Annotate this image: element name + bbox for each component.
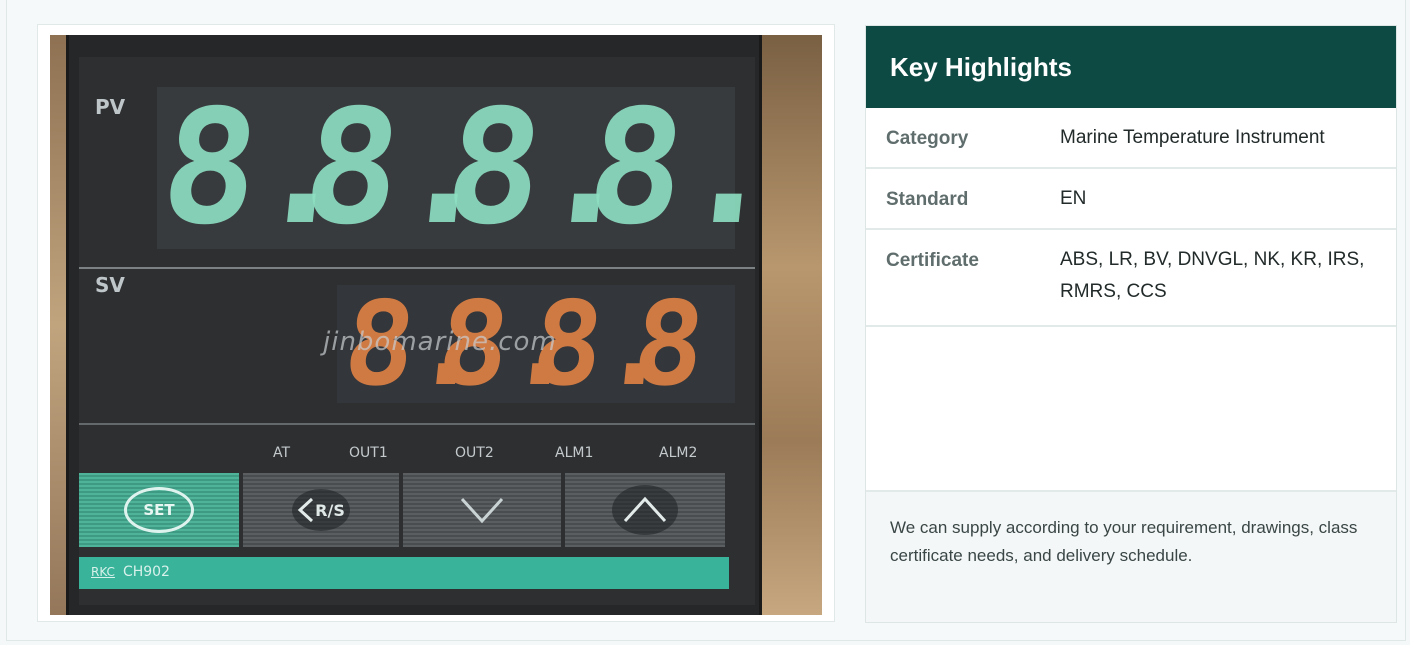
model-name: CH902 — [122, 564, 170, 580]
sv-digit: 8 — [627, 277, 712, 412]
key-highlights-title: Key Highlights — [890, 52, 1073, 82]
chevron-down-icon — [460, 497, 504, 524]
brand-label: RKC CH902 — [91, 564, 170, 580]
indicator-out1: OUT1 — [349, 445, 388, 461]
brand-strip: RKC CH902 — [79, 557, 729, 589]
set-key: SET — [79, 473, 239, 547]
pv-digit: 8. — [295, 76, 505, 260]
rs-key: R/S — [243, 473, 399, 547]
page-container: PV 8. 8. 8. 8. SV 8. 8. 8. 8 jinbomarine… — [6, 0, 1406, 641]
rs-text: R/S — [315, 500, 345, 520]
up-key — [565, 473, 725, 547]
highlight-value: ABS, LR, BV, DNVGL, NK, KR, IRS, RMRS, C… — [1060, 249, 1365, 302]
highlight-row-category: Category Marine Temperature Instrument — [866, 108, 1396, 169]
indicator-out2: OUT2 — [455, 445, 494, 461]
watermark: jinbomarine.com — [323, 327, 557, 357]
supply-note: We can supply according to your requirem… — [866, 490, 1396, 622]
highlight-label: Standard — [886, 189, 969, 210]
pv-digit: 8. — [579, 76, 789, 260]
wood-background-left — [50, 35, 66, 615]
controller-face: PV 8. 8. 8. 8. SV 8. 8. 8. 8 jinbomarine… — [79, 57, 789, 605]
chevron-left-icon — [297, 497, 314, 523]
highlight-label: Certificate — [886, 250, 979, 271]
rs-key-label: R/S — [292, 489, 350, 531]
supply-note-text: We can supply according to your requirem… — [890, 518, 1358, 565]
pv-display: 8. 8. 8. 8. — [153, 76, 789, 260]
display-divider — [79, 267, 755, 269]
controller-bezel: PV 8. 8. 8. 8. SV 8. 8. 8. 8 jinbomarine… — [66, 35, 789, 615]
pv-label: PV — [95, 95, 126, 119]
chevron-up-icon — [623, 496, 667, 523]
indicator-alm1: ALM1 — [555, 445, 594, 461]
highlight-value: EN — [1060, 188, 1087, 209]
keypad: SET R/S — [79, 473, 755, 547]
highlight-value: Marine Temperature Instrument — [1060, 127, 1325, 148]
down-key — [403, 473, 561, 547]
product-photo[interactable]: PV 8. 8. 8. 8. SV 8. 8. 8. 8 jinbomarine… — [50, 35, 822, 615]
pv-digit: 8. — [153, 76, 363, 260]
highlight-label: Category — [886, 128, 969, 149]
indicator-at: AT — [273, 445, 291, 461]
sv-label: SV — [95, 273, 125, 297]
highlight-row-standard: Standard EN — [866, 169, 1396, 230]
indicator-alm2: ALM2 — [659, 445, 698, 461]
set-key-label: SET — [124, 487, 194, 533]
brand-name: RKC — [91, 565, 115, 579]
pv-digit: 8. — [437, 76, 647, 260]
product-image-card: PV 8. 8. 8. 8. SV 8. 8. 8. 8 jinbomarine… — [37, 24, 835, 622]
key-highlights-header: Key Highlights — [866, 26, 1396, 108]
indicator-divider — [79, 423, 755, 425]
highlight-row-certificate: Certificate ABS, LR, BV, DNVGL, NK, KR, … — [866, 230, 1396, 327]
key-highlights-card: Key Highlights Category Marine Temperatu… — [865, 25, 1397, 623]
